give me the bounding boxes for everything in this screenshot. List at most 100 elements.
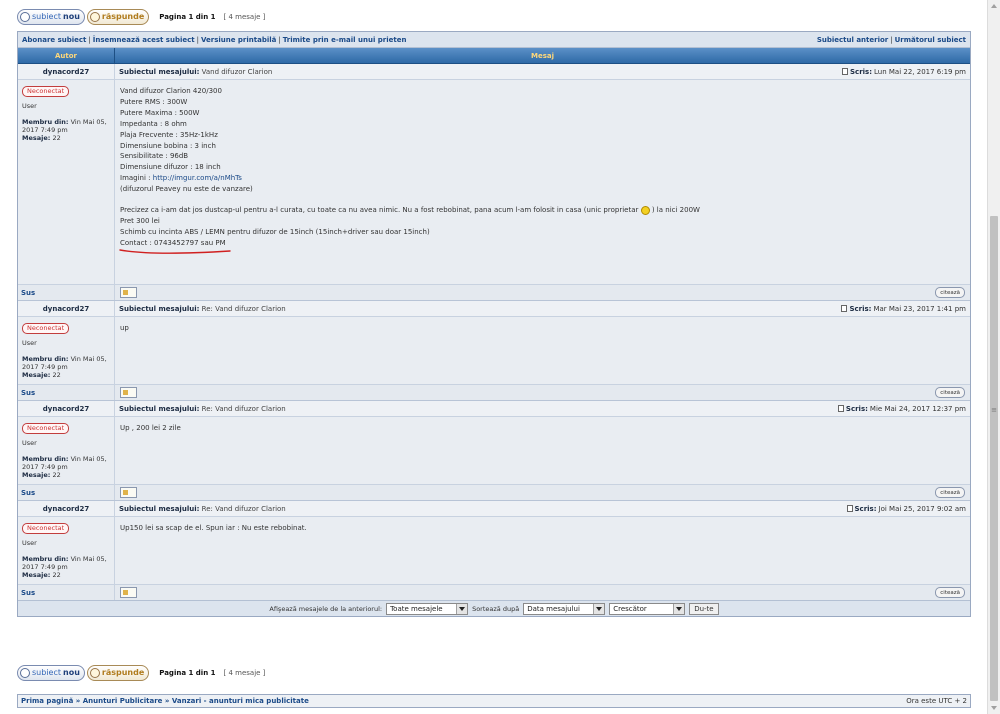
bottom-actions: subiect nou răspunde Pagina 1 din 1 [ 4 m… [17, 664, 517, 681]
post-body: Up , 200 lei 2 zile [115, 417, 970, 484]
top-link[interactable]: Sus [18, 585, 115, 600]
spec-line: Putere RMS : 300W [120, 97, 188, 106]
author-column-header: Autor [18, 48, 115, 63]
next-topic-link[interactable]: Următorul subiect [895, 36, 966, 44]
sort-by-select[interactable]: Data mesajului [523, 602, 606, 615]
spec-line: Putere Maxima : 500W [120, 108, 200, 117]
dropdown-arrow-icon [593, 603, 605, 614]
quote-button[interactable]: citează [935, 287, 965, 298]
post-author[interactable]: dynacord27 [18, 64, 114, 80]
user-rank: User [22, 539, 37, 547]
top-link[interactable]: Sus [18, 285, 115, 300]
contact-line: Contact : 0743452797 sau PM [119, 238, 965, 254]
subscribe-link[interactable]: Abonare subiect [22, 36, 86, 44]
post-author[interactable]: dynacord27 [18, 401, 114, 417]
new-topic-icon [20, 11, 30, 22]
price-line: Pret 300 lei [120, 216, 160, 225]
post-subject: Subiectul mesajului: Re: Vand difuzor Cl… [119, 504, 286, 513]
spec-line: Plaja Frecvente : 35Hz-1kHz [120, 130, 218, 139]
timezone-label: Ora este UTC + 2 [906, 697, 967, 705]
post-author[interactable]: dynacord27 [18, 301, 114, 317]
offline-badge: Neconectat [22, 523, 70, 534]
breadcrumb: Prima pagină » Anunturi Publicitare » Va… [17, 694, 971, 708]
new-topic-button[interactable]: subiect nou [17, 8, 85, 25]
post-2: dynacord27 Subiectul mesajului: Re: Vand… [18, 300, 970, 400]
display-from-select[interactable]: Toate mesajele [386, 602, 469, 615]
post-link-icon[interactable] [846, 505, 853, 512]
dropdown-arrow-icon [456, 603, 468, 614]
post-author[interactable]: dynacord27 [18, 501, 114, 517]
topic-table: Abonare subiect | Însemnează acest subiect… [17, 31, 971, 617]
post-subject: Subiectul mesajului: Re: Vand difuzor Cl… [119, 404, 286, 413]
smile-icon [640, 205, 650, 215]
dropdown-arrow-icon [673, 603, 685, 614]
post-3: dynacord27 Subiectul mesajului: Re: Vand… [18, 400, 970, 500]
post-body: up [115, 317, 970, 384]
scroll-up-arrow-icon[interactable] [991, 4, 997, 8]
message-count: [ 4 mesaje ] [223, 12, 266, 21]
post-subject: Subiectul mesajului: Vand difuzor Clario… [119, 67, 273, 76]
reply-button[interactable]: răspunde [86, 8, 150, 25]
sort-options-row: Afişează mesajele de la anteriorul: Toat… [18, 600, 970, 616]
topic-nav-row: Abonare subiect | Însemnează acest subiect… [18, 32, 970, 48]
offline-badge: Neconectat [22, 86, 70, 97]
red-underline-annotation [119, 249, 231, 254]
quote-button[interactable]: citează [935, 387, 965, 398]
table-header: Autor Mesaj [18, 48, 970, 64]
email-friend-link[interactable]: Trimite prin e-mail unui prieten [283, 36, 407, 44]
swap-line: Schimb cu incinta ABS / LEMN pentru difu… [120, 227, 430, 236]
sort-direction-select[interactable]: Crescător [609, 602, 686, 615]
post-body: Up150 lei sa scap de el. Spun iar : Nu e… [115, 517, 970, 584]
scrollbar-thumb[interactable] [990, 216, 998, 701]
printable-link[interactable]: Versiune printabilă [201, 36, 276, 44]
quote-button[interactable]: citează [935, 487, 965, 498]
pm-button[interactable] [120, 487, 137, 498]
scroll-grip-icon: ≡ [991, 406, 997, 414]
post-link-icon[interactable] [842, 68, 848, 75]
spec-line: Dimensiune bobina : 3 inch [120, 141, 216, 150]
new-topic-button[interactable]: subiect nou [17, 664, 85, 681]
offline-badge: Neconectat [22, 423, 70, 434]
page-scrollbar[interactable]: ≡ [987, 0, 1000, 714]
post-date: Scris: Mar Mai 23, 2017 1:41 pm [841, 305, 966, 313]
post-subject: Subiectul mesajului: Re: Vand difuzor Cl… [119, 304, 286, 313]
go-button[interactable]: Du-te [689, 602, 719, 615]
reply-button[interactable]: răspunde [86, 664, 150, 681]
user-info: Membru din: Vin Mai 05, 2017 7:49 pm Mesa… [22, 555, 107, 579]
post-body: Vand difuzor Clarion 420/300 Putere RMS … [115, 80, 970, 284]
user-rank: User [22, 102, 37, 110]
top-actions: subiect nou răspunde Pagina 1 din 1 [ 4 m… [17, 8, 517, 25]
prev-topic-link[interactable]: Subiectul anterior [817, 36, 888, 44]
post-link-icon[interactable] [841, 305, 848, 312]
pagination: Pagina 1 din 1 [159, 12, 216, 21]
user-rank: User [22, 339, 37, 347]
post-date: Scris: Joi Mai 25, 2017 9:02 am [846, 505, 966, 513]
quote-button[interactable]: citează [935, 587, 965, 598]
spec-line: Sensibilitate : 96dB [120, 152, 189, 161]
note-line: (difuzorul Peavey nu este de vanzare) [120, 185, 253, 194]
pm-button[interactable] [120, 287, 137, 298]
pm-button[interactable] [120, 387, 137, 398]
post-link-icon[interactable] [837, 405, 844, 412]
pm-button[interactable] [120, 587, 137, 598]
reply-icon [89, 667, 100, 678]
breadcrumb-forum[interactable]: Vanzari - anunturi mica publicitate [172, 697, 309, 705]
offline-badge: Neconectat [22, 323, 70, 334]
user-info: Membru din: Vin Mai 05, 2017 7:49 pm Mesa… [22, 455, 107, 479]
post-date: Scris: Lun Mai 22, 2017 6:19 pm [842, 68, 966, 76]
reply-icon [89, 11, 100, 22]
imgur-link[interactable]: http://imgur.com/a/nMhTs [153, 174, 242, 182]
spec-line: Dimensiune difuzor : 18 inch [120, 163, 221, 172]
user-rank: User [22, 439, 37, 447]
scroll-down-arrow-icon[interactable] [991, 706, 997, 710]
user-info: Membru din: Vin Mai 05, 2017 7:49 pm Mesa… [22, 118, 107, 142]
spec-line: Impedanta : 8 ohm [120, 119, 187, 128]
spec-line: Vand difuzor Clarion 420/300 [120, 87, 222, 95]
top-link[interactable]: Sus [18, 385, 115, 400]
breadcrumb-home[interactable]: Prima pagină [21, 697, 73, 705]
breadcrumb-category[interactable]: Anunturi Publicitare [83, 697, 163, 705]
top-link[interactable]: Sus [18, 485, 115, 500]
bookmark-link[interactable]: Însemnează acest subiect [93, 36, 195, 44]
post-4: dynacord27 Subiectul mesajului: Re: Vand… [18, 500, 970, 600]
new-topic-icon [20, 667, 30, 678]
